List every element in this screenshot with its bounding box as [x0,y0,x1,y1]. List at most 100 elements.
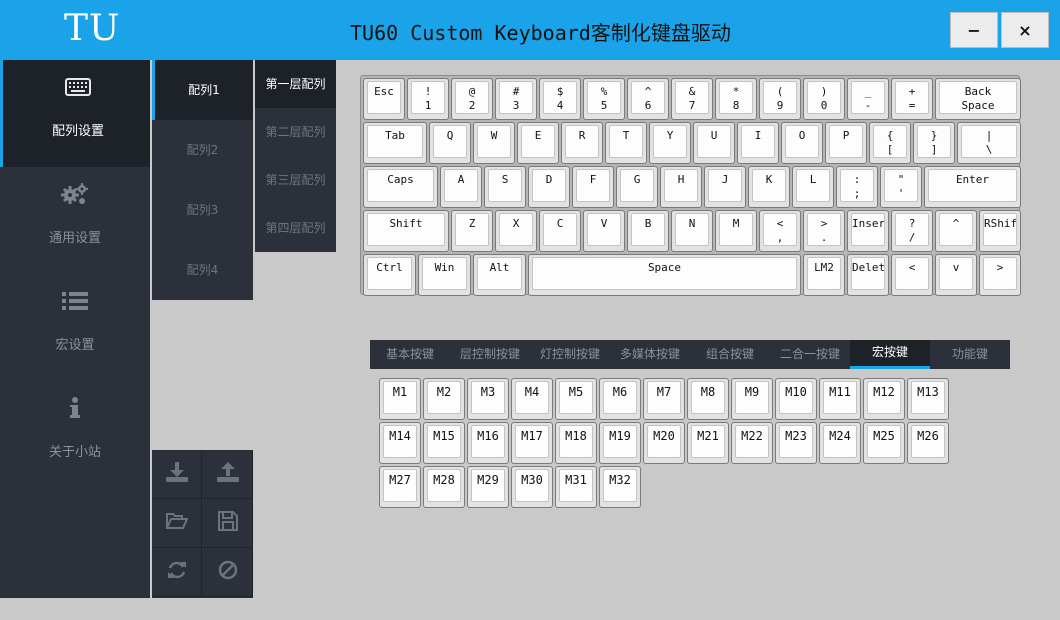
key-d[interactable]: D [528,166,570,208]
key-1[interactable]: ! 1 [407,78,449,120]
key-back-space[interactable]: Back Space [935,78,1021,120]
ban-button[interactable] [203,548,253,597]
key-enter[interactable]: Enter [924,166,1021,208]
macro-key-m4[interactable]: M4 [511,378,553,420]
macro-key-m9[interactable]: M9 [731,378,773,420]
key-j[interactable]: J [704,166,746,208]
macro-key-m17[interactable]: M17 [511,422,553,464]
refresh-button[interactable] [152,548,202,597]
key-q[interactable]: Q [429,122,471,164]
key-key[interactable]: } ] [913,122,955,164]
macro-key-m25[interactable]: M25 [863,422,905,464]
sidebar-item-about[interactable]: 关于小站 [0,381,150,488]
key-r[interactable]: R [561,122,603,164]
key-a[interactable]: A [440,166,482,208]
key-k[interactable]: K [748,166,790,208]
layer-item-2[interactable]: 第二层配列 [255,108,336,156]
key-key[interactable]: < , [759,210,801,252]
tab-basic-keys[interactable]: 基本按键 [370,340,450,369]
layer-item-3[interactable]: 第三层配列 [255,156,336,204]
macro-key-m27[interactable]: M27 [379,466,421,508]
key-c[interactable]: C [539,210,581,252]
layout-item-4[interactable]: 配列4 [152,240,253,300]
macro-key-m26[interactable]: M26 [907,422,949,464]
layout-item-3[interactable]: 配列3 [152,180,253,240]
layer-item-4[interactable]: 第四层配列 [255,204,336,252]
key-lm2[interactable]: LM2 [803,254,845,296]
macro-key-m1[interactable]: M1 [379,378,421,420]
macro-key-m29[interactable]: M29 [467,466,509,508]
close-button[interactable]: × [1001,12,1049,48]
macro-key-m3[interactable]: M3 [467,378,509,420]
key-esc[interactable]: Esc [363,78,405,120]
key-key[interactable]: < [891,254,933,296]
sidebar-item-layout-settings[interactable]: 配列设置 [0,60,150,167]
key-v[interactable]: v [935,254,977,296]
key-key[interactable]: > . [803,210,845,252]
macro-key-m6[interactable]: M6 [599,378,641,420]
macro-key-m12[interactable]: M12 [863,378,905,420]
key-win[interactable]: Win [418,254,471,296]
folder-open-button[interactable] [152,499,202,548]
macro-key-m23[interactable]: M23 [775,422,817,464]
tab-macro-keys[interactable]: 宏按键 [850,340,930,369]
macro-key-m21[interactable]: M21 [687,422,729,464]
key-b[interactable]: B [627,210,669,252]
key-key[interactable]: " ' [880,166,922,208]
key-ctrl[interactable]: Ctrl [363,254,416,296]
save-button[interactable] [203,499,253,548]
macro-key-m18[interactable]: M18 [555,422,597,464]
tab-function-keys[interactable]: 功能键 [930,340,1010,369]
key-key[interactable]: ? / [891,210,933,252]
tab-combo-keys[interactable]: 组合按键 [690,340,770,369]
tab-two-in-one-keys[interactable]: 二合一按键 [770,340,850,369]
macro-key-m32[interactable]: M32 [599,466,641,508]
key-e[interactable]: E [517,122,559,164]
key-key[interactable]: : ; [836,166,878,208]
macro-key-m2[interactable]: M2 [423,378,465,420]
key-5[interactable]: % 5 [583,78,625,120]
key-tab[interactable]: Tab [363,122,427,164]
key-m[interactable]: M [715,210,757,252]
key-o[interactable]: O [781,122,823,164]
macro-key-m5[interactable]: M5 [555,378,597,420]
key-3[interactable]: # 3 [495,78,537,120]
key-9[interactable]: ( 9 [759,78,801,120]
key-key[interactable]: _ - [847,78,889,120]
key-z[interactable]: Z [451,210,493,252]
key-v[interactable]: V [583,210,625,252]
key-s[interactable]: S [484,166,526,208]
sidebar-item-general-settings[interactable]: 通用设置 [0,167,150,274]
key-u[interactable]: U [693,122,735,164]
key-n[interactable]: N [671,210,713,252]
key-w[interactable]: W [473,122,515,164]
macro-key-m15[interactable]: M15 [423,422,465,464]
key-4[interactable]: $ 4 [539,78,581,120]
key-p[interactable]: P [825,122,867,164]
download-button[interactable] [152,450,202,499]
layer-item-1[interactable]: 第一层配列 [255,60,336,108]
key-0[interactable]: ) 0 [803,78,845,120]
key-key[interactable]: > [979,254,1021,296]
key-insert[interactable]: Insert [847,210,889,252]
macro-key-m8[interactable]: M8 [687,378,729,420]
minimize-button[interactable]: − [950,12,998,48]
key-7[interactable]: & 7 [671,78,713,120]
key-2[interactable]: @ 2 [451,78,493,120]
key-delete[interactable]: Delete [847,254,889,296]
key-l[interactable]: L [792,166,834,208]
key-alt[interactable]: Alt [473,254,526,296]
layout-item-2[interactable]: 配列2 [152,120,253,180]
tab-light-control-keys[interactable]: 灯控制按键 [530,340,610,369]
sidebar-item-macro-settings[interactable]: 宏设置 [0,274,150,381]
key-key[interactable]: | \ [957,122,1021,164]
macro-key-m11[interactable]: M11 [819,378,861,420]
key-i[interactable]: I [737,122,779,164]
macro-key-m22[interactable]: M22 [731,422,773,464]
key-key[interactable]: ^ [935,210,977,252]
layout-item-1[interactable]: 配列1 [152,60,253,120]
macro-key-m31[interactable]: M31 [555,466,597,508]
key-f[interactable]: F [572,166,614,208]
key-rshift[interactable]: RShift [979,210,1021,252]
macro-key-m28[interactable]: M28 [423,466,465,508]
